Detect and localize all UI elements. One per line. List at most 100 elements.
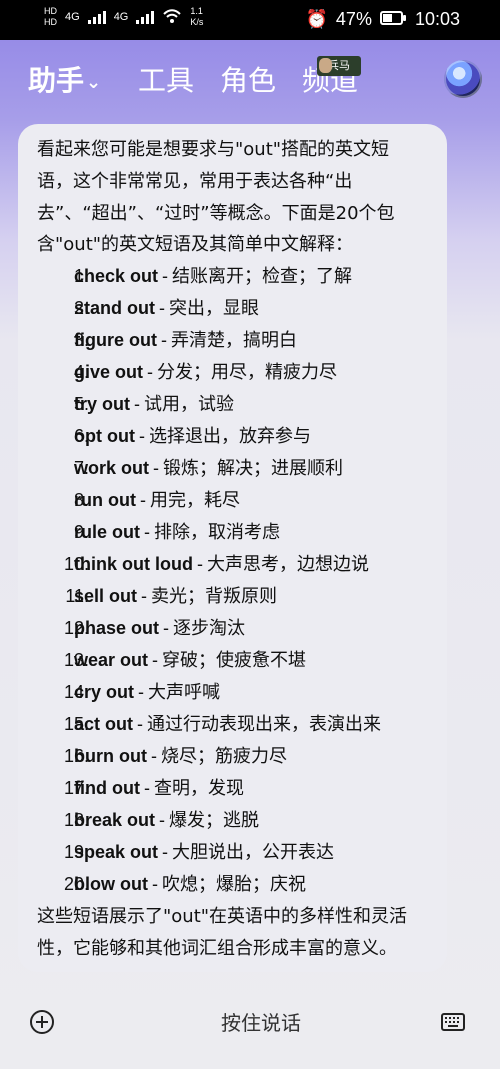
phrase-text: figure out - 弄清楚，搞明白 <box>74 324 297 357</box>
list-item: 18. break out - 爆发；逃脱 <box>18 804 447 836</box>
tab-roles[interactable]: 角色 <box>220 64 276 98</box>
phrase-term: phase out <box>74 618 160 638</box>
alarm-icon: ⏰ <box>305 9 328 29</box>
list-item: 17. find out - 查明，发现 <box>18 772 447 804</box>
phrase-meaning: 排除，取消考虑 <box>154 522 280 543</box>
phrase-meaning: 爆发；逃脱 <box>169 810 260 831</box>
hd-indicator-bottom: HD <box>44 17 57 27</box>
phrase-text: opt out - 选择退出，放弃参与 <box>74 420 311 453</box>
list-item: 3. figure out - 弄清楚，搞明白 <box>18 324 447 356</box>
phrase-separator: - <box>138 682 145 702</box>
phrase-meaning: 用完，耗尽 <box>149 490 240 511</box>
list-item: 8. run out - 用完，耗尽 <box>18 484 447 516</box>
phrase-separator: - <box>162 842 169 862</box>
phrase-separator: - <box>144 522 150 542</box>
plus-icon[interactable] <box>29 1009 55 1035</box>
tab-assistant[interactable]: 助手 ⌄ <box>28 64 101 102</box>
list-item: 15. act out - 通过行动表现出来，表演出来 <box>18 708 447 740</box>
phrase-term: run out <box>74 490 136 510</box>
phrase-term: break out <box>74 810 156 830</box>
message-outro: 这些短语展示了"out"在英语中的多样性和灵活 性，它能够和其他词汇组合形成丰富… <box>37 906 408 959</box>
phrase-separator: - <box>141 586 148 606</box>
phrase-text: work out - 锻炼；解决；进展顺利 <box>74 452 343 485</box>
list-item: 7. work out - 锻炼；解决；进展顺利 <box>18 452 447 484</box>
status-right: ⏰ 47% 10:03 <box>306 9 461 30</box>
phrase-term: cry out <box>74 682 135 702</box>
phrase-term: try out <box>74 394 130 414</box>
phrase-separator: - <box>147 362 154 382</box>
battery-icon <box>379 9 407 30</box>
cellular-label-two: 4G <box>113 11 129 23</box>
phrase-term: wear out <box>74 650 149 670</box>
top-navigation: 助手 ⌄ 工具 角色 频道 兵马 <box>0 52 500 110</box>
phrase-text: phase out - 逐步淘汰 <box>74 612 245 645</box>
phrase-term: work out <box>74 458 149 478</box>
list-item: 10. think out loud - 大声思考，边想边说 <box>18 548 447 580</box>
clock: 10:03 <box>414 9 460 29</box>
phrase-text: act out - 通过行动表现出来，表演出来 <box>74 708 381 741</box>
bottom-input-bar: 按住说话 <box>0 985 500 1069</box>
phrase-text: burn out - 烧尽；筋疲力尽 <box>74 740 287 773</box>
tab-tools[interactable]: 工具 <box>138 64 194 98</box>
phrase-text: cry out - 大声呼喊 <box>74 676 220 709</box>
phrase-text: give out - 分发；用尽，精疲力尽 <box>74 356 337 389</box>
phrase-separator: - <box>150 746 157 766</box>
wifi-icon <box>162 8 182 27</box>
phrase-meaning: 通过行动表现出来，表演出来 <box>147 714 382 735</box>
network-speed: 1.1 K/s <box>190 7 203 27</box>
phrase-term: stand out <box>74 298 155 318</box>
phrase-text: run out - 用完，耗尽 <box>74 484 240 517</box>
phrase-text: find out - 查明，发现 <box>74 772 244 805</box>
list-item: 6. opt out - 选择退出，放弃参与 <box>18 420 447 452</box>
phrase-term: figure out <box>74 330 157 350</box>
promotion-banner[interactable]: 兵马 <box>317 56 361 76</box>
status-left: HD HD 4G 4G 1.1 K/s <box>44 7 203 27</box>
phrase-term: act out <box>74 714 134 734</box>
phrase-separator: - <box>196 554 203 574</box>
phrase-separator: - <box>138 426 145 446</box>
keyboard-icon[interactable] <box>440 1009 466 1035</box>
phrase-text: speak out - 大胆说出，公开表达 <box>74 836 334 869</box>
hold-to-talk-button[interactable]: 按住说话 <box>176 1003 346 1043</box>
phrase-text: break out - 爆发；逃脱 <box>74 804 259 837</box>
list-item: 14. cry out - 大声呼喊 <box>18 676 447 708</box>
phrase-text: try out - 试用，试验 <box>74 388 234 421</box>
phrase-text: rule out - 排除，取消考虑 <box>74 516 280 549</box>
phrase-separator: - <box>139 490 146 510</box>
phrase-meaning: 大声思考，边想边说 <box>206 554 369 575</box>
signal-icon-two <box>136 10 155 24</box>
phrase-text: blow out - 吹熄；爆胎；庆祝 <box>74 868 306 901</box>
avatar[interactable] <box>444 60 482 98</box>
phrase-term: find out <box>74 778 140 798</box>
signal-icon-one <box>87 10 106 24</box>
assistant-message-card: 看起来您可能是想要求与"out"搭配的英文短 语，这个非常常见，常用于表达各种“… <box>18 124 447 972</box>
phrase-term: check out <box>74 266 159 286</box>
list-item: 20. blow out - 吹熄；爆胎；庆祝 <box>18 868 447 900</box>
phrase-term: speak out <box>74 842 159 862</box>
phrase-separator: - <box>159 810 166 830</box>
network-speed-unit: K/s <box>190 17 204 27</box>
list-item: 11. sell out - 卖光；背叛原则 <box>18 580 447 612</box>
phrase-separator: - <box>162 266 169 286</box>
phrase-meaning: 结账离开；检查；了解 <box>172 266 353 287</box>
hd-indicator-top: HD <box>44 6 57 16</box>
tab-assistant-label: 助手 <box>28 64 85 97</box>
battery-percent: 47% <box>335 9 372 29</box>
phrase-term: opt out <box>74 426 135 446</box>
phrase-term: sell out <box>74 586 138 606</box>
phrase-separator: - <box>137 714 144 734</box>
list-item: 9. rule out - 排除，取消考虑 <box>18 516 447 548</box>
phrase-text: stand out - 突出，显眼 <box>74 292 259 325</box>
list-item: 12. phase out - 逐步淘汰 <box>18 612 447 644</box>
phrase-separator: - <box>134 394 140 414</box>
hd-indicators: HD HD <box>44 7 57 27</box>
list-item: 19. speak out - 大胆说出，公开表达 <box>18 836 447 868</box>
phrase-term: rule out <box>74 522 140 542</box>
phrase-meaning: 逐步淘汰 <box>173 618 246 639</box>
list-item: 1. check out - 结账离开；检查；了解 <box>18 260 447 292</box>
phrase-separator: - <box>151 874 158 894</box>
banner-avatar-icon <box>319 58 332 73</box>
phrase-meaning: 突出，显眼 <box>169 298 259 319</box>
phrase-text: wear out - 穿破；使疲惫不堪 <box>74 644 306 677</box>
chevron-down-icon: ⌄ <box>86 72 102 93</box>
